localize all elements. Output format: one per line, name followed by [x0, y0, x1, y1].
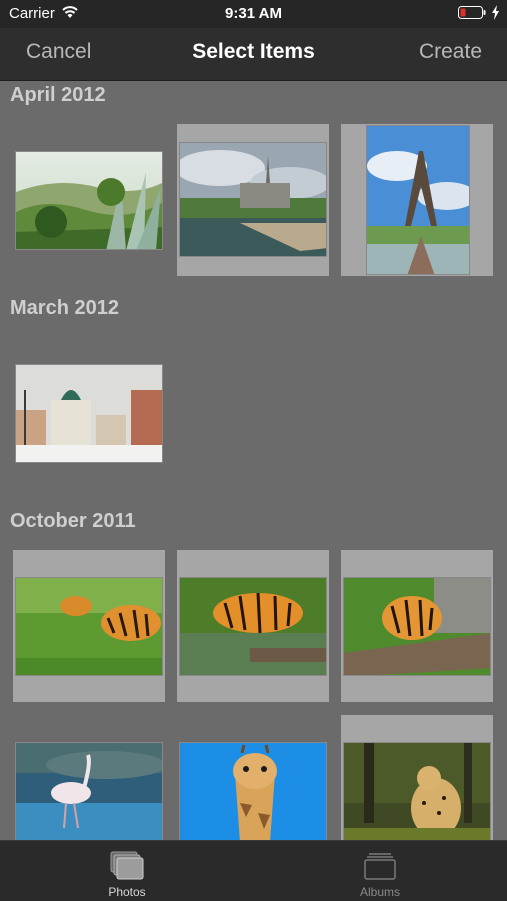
tab-photos[interactable]: Photos: [67, 841, 187, 901]
giraffe-photo: [179, 742, 327, 840]
tab-albums-label: Albums: [359, 885, 400, 899]
tab-albums[interactable]: Albums: [320, 841, 440, 901]
section-header-april-2012: April 2012: [10, 84, 106, 106]
photo-cell-notre-dame[interactable]: [177, 124, 329, 276]
photo-cell-flamingo[interactable]: [13, 715, 165, 840]
battery-icon: [458, 6, 486, 19]
photo-cell-tigers-grass[interactable]: [13, 550, 165, 702]
photo-cell-tiger-water[interactable]: [177, 550, 329, 702]
photo-cell-tiger-log[interactable]: [341, 550, 493, 702]
photo-grid[interactable]: April 2012 March 2012 October 2011: [0, 81, 507, 840]
photos-stack-icon: [110, 851, 144, 880]
tab-photos-label: Photos: [108, 885, 146, 899]
photo-cell-giraffe[interactable]: [177, 715, 329, 840]
cheetah-photo: [343, 742, 491, 840]
notre-dame-photo: [179, 142, 327, 257]
status-bar: Carrier 9:31 AM: [0, 0, 507, 28]
tab-bar: Photos Albums: [0, 840, 507, 901]
navigation-bar: Cancel Select Items Create: [0, 28, 507, 81]
photo-cell-landscape[interactable]: [13, 124, 165, 276]
landscape-photo: [15, 151, 163, 250]
photo-cell-cheetah[interactable]: [341, 715, 493, 840]
photo-cell-eiffel-tower[interactable]: [341, 124, 493, 276]
charging-bolt-icon: [492, 5, 499, 20]
photo-cell-snowy-town[interactable]: [13, 337, 165, 489]
clock: 9:31 AM: [225, 5, 282, 22]
albums-stack-icon: [364, 853, 396, 880]
eiffel-tower-photo: [366, 125, 470, 275]
tiger-water-photo: [179, 577, 327, 676]
section-header-october-2011: October 2011: [10, 510, 136, 532]
flamingo-photo: [15, 742, 163, 840]
section-header-march-2012: March 2012: [10, 297, 119, 319]
snowy-town-photo: [15, 364, 163, 463]
tiger-log-photo: [343, 577, 491, 676]
create-button[interactable]: Create: [419, 40, 482, 64]
tigers-grass-photo: [15, 577, 163, 676]
